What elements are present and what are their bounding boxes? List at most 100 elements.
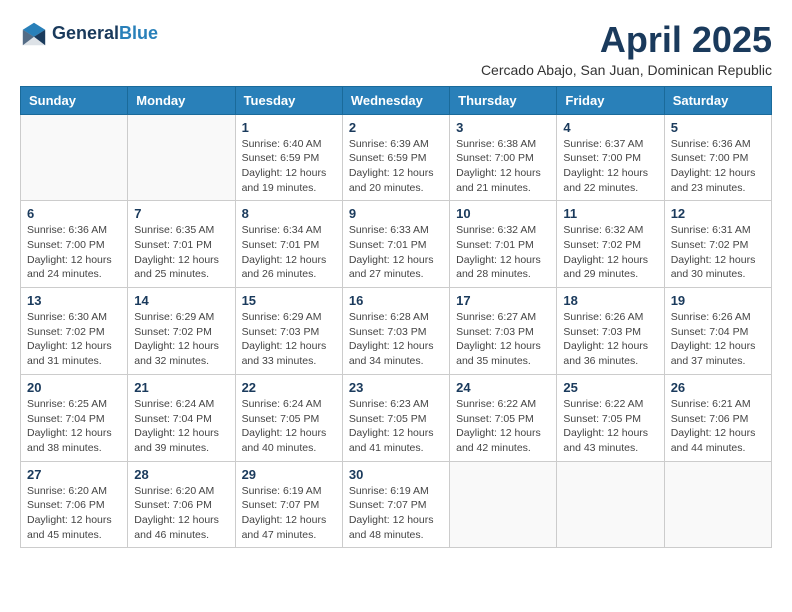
day-cell: 8Sunrise: 6:34 AM Sunset: 7:01 PM Daylig… (235, 201, 342, 288)
day-info: Sunrise: 6:32 AM Sunset: 7:01 PM Dayligh… (456, 223, 550, 282)
day-number: 17 (456, 293, 550, 308)
day-number: 25 (563, 380, 657, 395)
title-area: April 2025 Cercado Abajo, San Juan, Domi… (481, 20, 772, 78)
day-cell (450, 461, 557, 548)
day-cell: 11 Sunrise: 6:32 AM Sunset: 7:02 PM Dayli… (557, 201, 664, 288)
day-cell: 28 Sunrise: 6:20 AM Sunset: 7:06 PM Dayli… (128, 461, 235, 548)
day-number: 28 (134, 467, 228, 482)
weekday-header-thursday: Thursday (450, 86, 557, 114)
day-cell: 27 Sunrise: 6:20 AM Sunset: 7:06 PM Dayli… (21, 461, 128, 548)
day-number: 6 (27, 206, 121, 221)
day-cell: 30 Sunrise: 6:19 AM Sunset: 7:07 PM Dayli… (342, 461, 449, 548)
weekday-header-friday: Friday (557, 86, 664, 114)
day-number: 14 (134, 293, 228, 308)
day-number: 29 (242, 467, 336, 482)
day-cell: 23 Sunrise: 6:23 AM Sunset: 7:05 PM Dayli… (342, 374, 449, 461)
day-cell: 18Sunrise: 6:26 AM Sunset: 7:03 PM Dayli… (557, 288, 664, 375)
day-cell: 2 Sunrise: 6:39 AM Sunset: 6:59 PM Daylig… (342, 114, 449, 201)
weekday-header-sunday: Sunday (21, 86, 128, 114)
day-number: 5 (671, 120, 765, 135)
day-number: 21 (134, 380, 228, 395)
day-cell: 22 Sunrise: 6:24 AM Sunset: 7:05 PM Dayli… (235, 374, 342, 461)
day-number: 2 (349, 120, 443, 135)
day-number: 1 (242, 120, 336, 135)
week-row-5: 27 Sunrise: 6:20 AM Sunset: 7:06 PM Dayli… (21, 461, 772, 548)
day-info: Sunrise: 6:29 AM Sunset: 7:03 PM Dayligh… (242, 310, 336, 369)
day-cell: 5 Sunrise: 6:36 AM Sunset: 7:00 PM Daylig… (664, 114, 771, 201)
day-info: Sunrise: 6:37 AM Sunset: 7:00 PM Dayligh… (563, 137, 657, 196)
day-number: 20 (27, 380, 121, 395)
weekday-header-tuesday: Tuesday (235, 86, 342, 114)
day-cell: 6Sunrise: 6:36 AM Sunset: 7:00 PM Daylig… (21, 201, 128, 288)
day-cell: 3Sunrise: 6:38 AM Sunset: 7:00 PM Daylig… (450, 114, 557, 201)
day-number: 27 (27, 467, 121, 482)
day-info: Sunrise: 6:31 AM Sunset: 7:02 PM Dayligh… (671, 223, 765, 282)
weekday-header-row: SundayMondayTuesdayWednesdayThursdayFrid… (21, 86, 772, 114)
day-cell (557, 461, 664, 548)
day-cell: 24 Sunrise: 6:22 AM Sunset: 7:05 PM Dayli… (450, 374, 557, 461)
weekday-header-monday: Monday (128, 86, 235, 114)
day-info: Sunrise: 6:28 AM Sunset: 7:03 PM Dayligh… (349, 310, 443, 369)
day-number: 11 (563, 206, 657, 221)
day-info: Sunrise: 6:40 AM Sunset: 6:59 PM Dayligh… (242, 137, 336, 196)
day-cell: 12 Sunrise: 6:31 AM Sunset: 7:02 PM Dayli… (664, 201, 771, 288)
day-number: 13 (27, 293, 121, 308)
day-cell: 7Sunrise: 6:35 AM Sunset: 7:01 PM Daylig… (128, 201, 235, 288)
day-cell: 14 Sunrise: 6:29 AM Sunset: 7:02 PM Dayli… (128, 288, 235, 375)
day-number: 18 (563, 293, 657, 308)
day-cell (664, 461, 771, 548)
day-cell: 21 Sunrise: 6:24 AM Sunset: 7:04 PM Dayli… (128, 374, 235, 461)
day-info: Sunrise: 6:22 AM Sunset: 7:05 PM Dayligh… (456, 397, 550, 456)
day-info: Sunrise: 6:29 AM Sunset: 7:02 PM Dayligh… (134, 310, 228, 369)
day-info: Sunrise: 6:32 AM Sunset: 7:02 PM Dayligh… (563, 223, 657, 282)
day-info: Sunrise: 6:20 AM Sunset: 7:06 PM Dayligh… (27, 484, 121, 543)
logo-icon (20, 20, 48, 48)
day-info: Sunrise: 6:26 AM Sunset: 7:04 PM Dayligh… (671, 310, 765, 369)
day-info: Sunrise: 6:30 AM Sunset: 7:02 PM Dayligh… (27, 310, 121, 369)
day-cell: 13 Sunrise: 6:30 AM Sunset: 7:02 PM Dayli… (21, 288, 128, 375)
week-row-2: 6Sunrise: 6:36 AM Sunset: 7:00 PM Daylig… (21, 201, 772, 288)
weekday-header-wednesday: Wednesday (342, 86, 449, 114)
day-number: 22 (242, 380, 336, 395)
weekday-header-saturday: Saturday (664, 86, 771, 114)
week-row-3: 13 Sunrise: 6:30 AM Sunset: 7:02 PM Dayli… (21, 288, 772, 375)
day-number: 4 (563, 120, 657, 135)
day-info: Sunrise: 6:24 AM Sunset: 7:04 PM Dayligh… (134, 397, 228, 456)
day-number: 24 (456, 380, 550, 395)
day-cell (21, 114, 128, 201)
day-cell: 25 Sunrise: 6:22 AM Sunset: 7:05 PM Dayli… (557, 374, 664, 461)
logo: GeneralBlue (20, 20, 158, 48)
day-info: Sunrise: 6:19 AM Sunset: 7:07 PM Dayligh… (242, 484, 336, 543)
day-number: 9 (349, 206, 443, 221)
day-info: Sunrise: 6:21 AM Sunset: 7:06 PM Dayligh… (671, 397, 765, 456)
day-number: 10 (456, 206, 550, 221)
day-cell: 20 Sunrise: 6:25 AM Sunset: 7:04 PM Dayli… (21, 374, 128, 461)
location-subtitle: Cercado Abajo, San Juan, Dominican Repub… (481, 62, 772, 78)
day-cell: 29 Sunrise: 6:19 AM Sunset: 7:07 PM Dayli… (235, 461, 342, 548)
day-info: Sunrise: 6:22 AM Sunset: 7:05 PM Dayligh… (563, 397, 657, 456)
logo-blue: Blue (119, 23, 158, 43)
day-info: Sunrise: 6:34 AM Sunset: 7:01 PM Dayligh… (242, 223, 336, 282)
day-cell (128, 114, 235, 201)
day-info: Sunrise: 6:36 AM Sunset: 7:00 PM Dayligh… (671, 137, 765, 196)
day-info: Sunrise: 6:25 AM Sunset: 7:04 PM Dayligh… (27, 397, 121, 456)
day-number: 30 (349, 467, 443, 482)
day-cell: 4 Sunrise: 6:37 AM Sunset: 7:00 PM Daylig… (557, 114, 664, 201)
day-cell: 10 Sunrise: 6:32 AM Sunset: 7:01 PM Dayli… (450, 201, 557, 288)
day-cell: 15Sunrise: 6:29 AM Sunset: 7:03 PM Dayli… (235, 288, 342, 375)
calendar-table: SundayMondayTuesdayWednesdayThursdayFrid… (20, 86, 772, 549)
day-info: Sunrise: 6:24 AM Sunset: 7:05 PM Dayligh… (242, 397, 336, 456)
day-info: Sunrise: 6:39 AM Sunset: 6:59 PM Dayligh… (349, 137, 443, 196)
day-number: 3 (456, 120, 550, 135)
page-header: GeneralBlue April 2025 Cercado Abajo, Sa… (20, 20, 772, 78)
day-number: 23 (349, 380, 443, 395)
logo-text: GeneralBlue (52, 24, 158, 44)
day-cell: 9Sunrise: 6:33 AM Sunset: 7:01 PM Daylig… (342, 201, 449, 288)
day-number: 16 (349, 293, 443, 308)
day-number: 12 (671, 206, 765, 221)
day-info: Sunrise: 6:35 AM Sunset: 7:01 PM Dayligh… (134, 223, 228, 282)
day-info: Sunrise: 6:19 AM Sunset: 7:07 PM Dayligh… (349, 484, 443, 543)
day-cell: 19Sunrise: 6:26 AM Sunset: 7:04 PM Dayli… (664, 288, 771, 375)
day-info: Sunrise: 6:20 AM Sunset: 7:06 PM Dayligh… (134, 484, 228, 543)
day-info: Sunrise: 6:23 AM Sunset: 7:05 PM Dayligh… (349, 397, 443, 456)
